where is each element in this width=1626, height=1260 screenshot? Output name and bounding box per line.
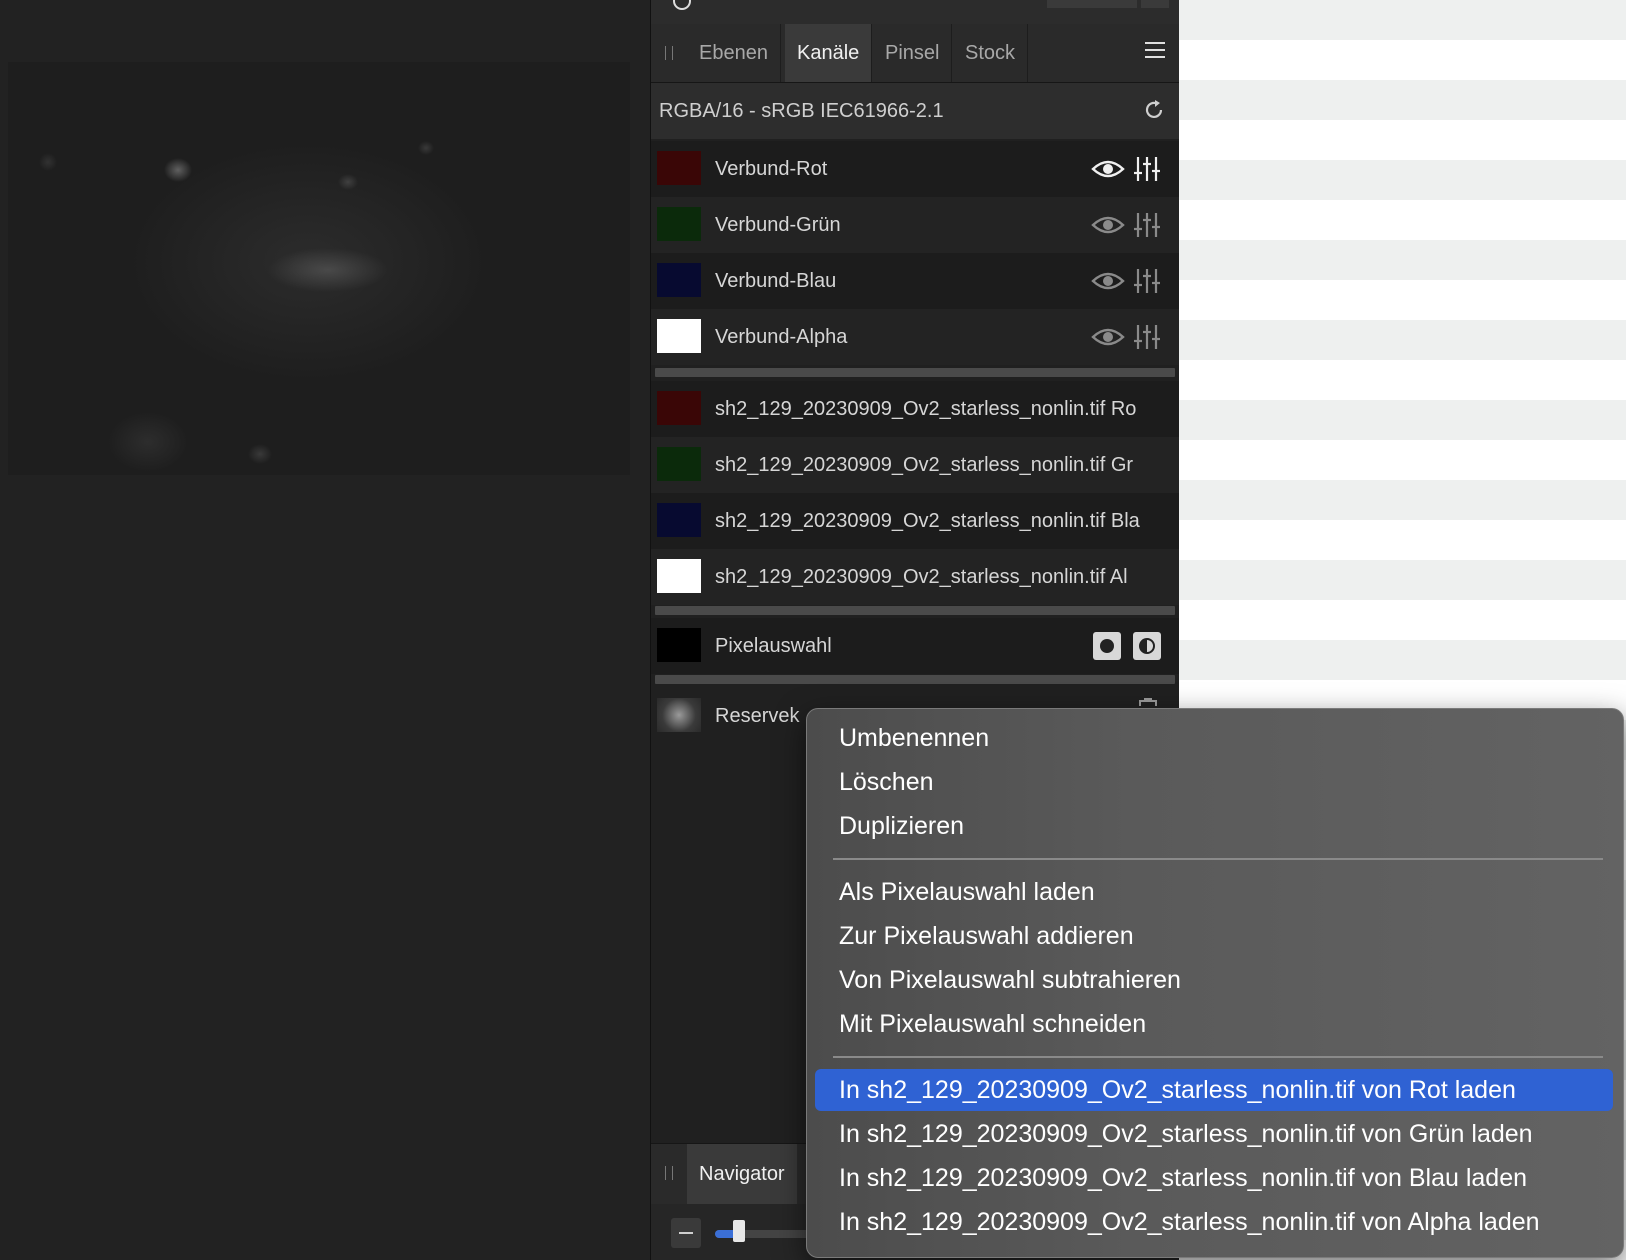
channel-adjust-icon[interactable] (1133, 323, 1161, 351)
menu-item-load-into-red[interactable]: In sh2_129_20230909_Ov2_starless_nonlin.… (815, 1069, 1613, 1111)
channel-thumbnail (657, 559, 701, 593)
menu-item-load-into-alpha[interactable]: In sh2_129_20230909_Ov2_starless_nonlin.… (815, 1201, 1613, 1243)
mask-fill-icon[interactable] (1093, 632, 1121, 660)
menu-item-intersect-with-selection[interactable]: Mit Pixelauswahl schneiden (815, 1003, 1613, 1045)
tab-pinsel[interactable]: Pinsel (873, 24, 953, 82)
panel-tab-bar: Ebenen Kanäle Pinsel Stock (651, 24, 1179, 83)
channel-label: Verbund-Blau (715, 270, 837, 292)
channel-label: Verbund-Grün (715, 214, 841, 236)
context-menu: Umbenennen Löschen Duplizieren Als Pixel… (806, 708, 1624, 1258)
channel-thumbnail (657, 698, 701, 732)
eye-icon[interactable] (1091, 157, 1125, 181)
tab-ebenen[interactable]: Ebenen (687, 24, 781, 82)
panel-top-strip (651, 0, 1179, 25)
zoom-out-button[interactable] (671, 1218, 701, 1248)
eye-icon[interactable] (1091, 325, 1125, 349)
channel-row-layer-red[interactable]: sh2_129_20230909_Ov2_starless_nonlin.tif… (651, 381, 1179, 437)
menu-item-rename[interactable]: Umbenennen (815, 717, 1613, 759)
section-divider (655, 606, 1175, 615)
channel-thumbnail (657, 207, 701, 241)
panel-grip-icon[interactable] (665, 1166, 673, 1180)
channel-label: sh2_129_20230909_Ov2_starless_nonlin.tif… (715, 454, 1134, 476)
channel-row-layer-green[interactable]: sh2_129_20230909_Ov2_starless_nonlin.tif… (651, 437, 1179, 493)
color-profile-label: RGBA/16 - sRGB IEC61966-2.1 (659, 100, 944, 122)
channel-row-pixel-selection[interactable]: Pixelauswahl (651, 618, 1179, 674)
channel-row-composite-blue[interactable]: Verbund-Blau (651, 253, 1179, 309)
channel-thumbnail (657, 628, 701, 662)
panel-menu-icon[interactable] (1145, 42, 1165, 60)
channel-thumbnail (657, 151, 701, 185)
channel-row-composite-alpha[interactable]: Verbund-Alpha (651, 309, 1179, 365)
menu-item-delete[interactable]: Löschen (815, 761, 1613, 803)
section-divider (655, 368, 1175, 377)
color-profile-row: RGBA/16 - sRGB IEC61966-2.1 (651, 83, 1179, 139)
channel-row-composite-red[interactable]: Verbund-Rot (651, 141, 1179, 197)
channel-label: sh2_129_20230909_Ov2_starless_nonlin.tif… (715, 510, 1140, 532)
channel-label: sh2_129_20230909_Ov2_starless_nonlin.tif… (715, 398, 1137, 420)
channel-thumbnail (657, 319, 701, 353)
tab-stock[interactable]: Stock (953, 24, 1029, 82)
top-field-button[interactable] (1141, 0, 1169, 8)
channel-label: Pixelauswahl (715, 635, 832, 657)
menu-item-load-into-blue[interactable]: In sh2_129_20230909_Ov2_starless_nonlin.… (815, 1157, 1613, 1199)
channel-thumbnail (657, 447, 701, 481)
document-canvas[interactable] (0, 0, 650, 1260)
channel-thumbnail (657, 503, 701, 537)
toggle-icon[interactable] (673, 0, 691, 10)
menu-separator (833, 858, 1603, 860)
menu-item-duplicate[interactable]: Duplizieren (815, 805, 1613, 847)
tab-navigator[interactable]: Navigator (687, 1144, 797, 1204)
panel-grip-icon[interactable] (665, 46, 673, 60)
delete-icon[interactable] (1137, 698, 1159, 706)
menu-item-subtract-from-selection[interactable]: Von Pixelauswahl subtrahieren (815, 959, 1613, 1001)
channel-row-composite-green[interactable]: Verbund-Grün (651, 197, 1179, 253)
refresh-icon[interactable] (1143, 99, 1165, 121)
channel-adjust-icon[interactable] (1133, 155, 1161, 183)
canvas-image[interactable] (8, 62, 630, 475)
channel-row-layer-alpha[interactable]: sh2_129_20230909_Ov2_starless_nonlin.tif… (651, 549, 1179, 605)
channel-thumbnail (657, 391, 701, 425)
top-field[interactable] (1047, 0, 1137, 8)
channel-row-layer-blue[interactable]: sh2_129_20230909_Ov2_starless_nonlin.tif… (651, 493, 1179, 549)
mask-invert-icon[interactable] (1133, 632, 1161, 660)
menu-item-add-to-selection[interactable]: Zur Pixelauswahl addieren (815, 915, 1613, 957)
eye-icon[interactable] (1091, 269, 1125, 293)
channel-label: Verbund-Alpha (715, 326, 848, 348)
channel-adjust-icon[interactable] (1133, 267, 1161, 295)
zoom-slider-handle[interactable] (733, 1220, 745, 1242)
eye-icon[interactable] (1091, 213, 1125, 237)
section-divider (655, 675, 1175, 684)
channel-thumbnail (657, 263, 701, 297)
menu-item-load-into-green[interactable]: In sh2_129_20230909_Ov2_starless_nonlin.… (815, 1113, 1613, 1155)
menu-separator (833, 1056, 1603, 1058)
menu-item-load-as-selection[interactable]: Als Pixelauswahl laden (815, 871, 1613, 913)
tab-kanaele[interactable]: Kanäle (785, 24, 873, 82)
channel-label: sh2_129_20230909_Ov2_starless_nonlin.tif… (715, 566, 1128, 588)
channel-label: Verbund-Rot (715, 158, 828, 180)
channel-adjust-icon[interactable] (1133, 211, 1161, 239)
